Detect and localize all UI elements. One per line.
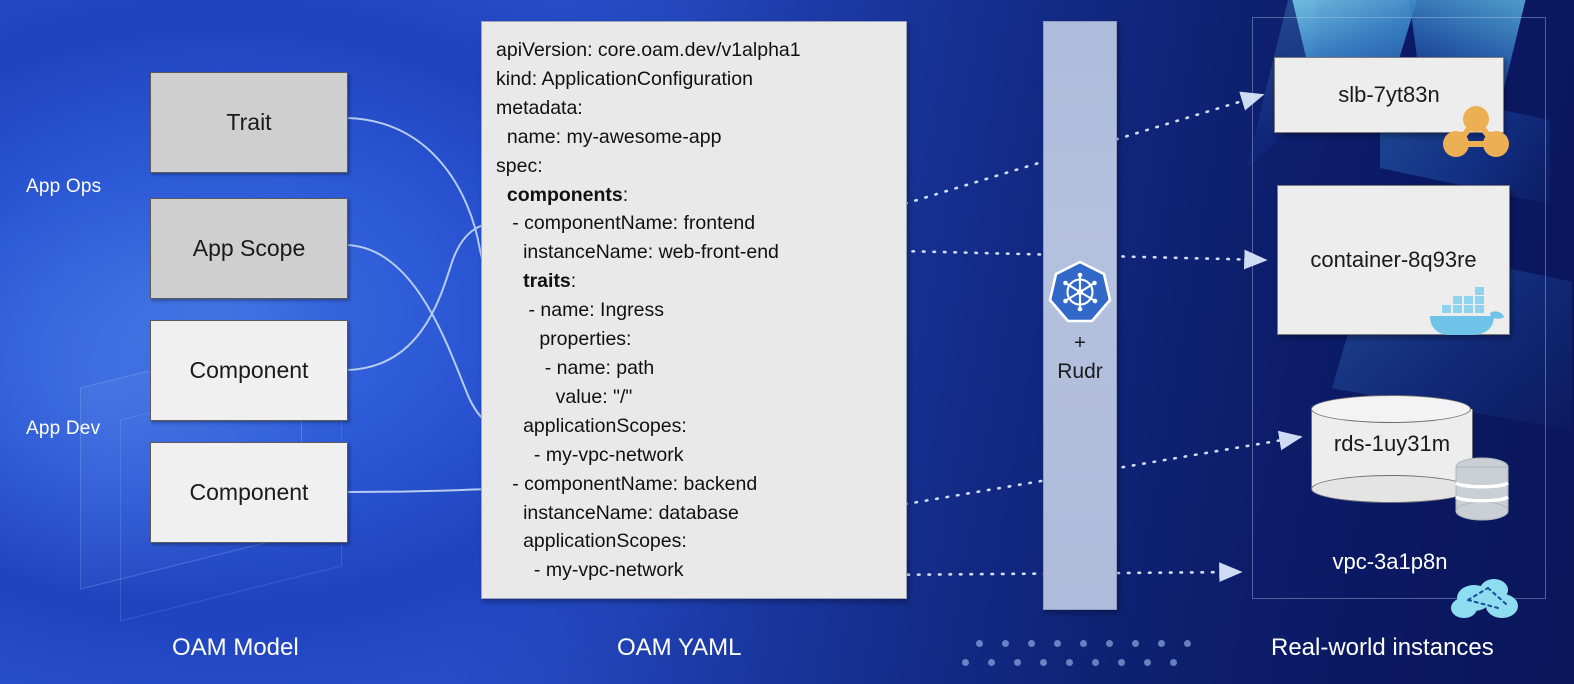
caption-real-world-instances: Real-world instances	[1271, 634, 1494, 661]
model-box-component-2-label: Component	[189, 479, 309, 505]
model-box-component-1[interactable]: Component	[150, 320, 348, 421]
oam-yaml-panel: apiVersion: core.oam.dev/v1alpha1 kind: …	[481, 21, 907, 599]
model-box-component-2[interactable]: Component	[150, 442, 348, 543]
rds-cylinder-top	[1311, 395, 1471, 423]
caption-oam-model: OAM Model	[172, 634, 299, 661]
kubernetes-logo-icon	[1048, 260, 1112, 323]
database-stack-icon	[1455, 457, 1509, 521]
model-box-app-scope[interactable]: App Scope	[150, 198, 348, 299]
model-box-trait-label: Trait	[226, 109, 272, 135]
runtime-name-label: Rudr	[1057, 360, 1103, 383]
caption-oam-yaml: OAM YAML	[617, 634, 742, 661]
oam-yaml-code: apiVersion: core.oam.dev/v1alpha1 kind: …	[496, 39, 801, 582]
instance-box-slb-label: slb-7yt83n	[1338, 82, 1440, 107]
instance-box-rds[interactable]: rds-1uy31m	[1311, 395, 1473, 503]
model-box-app-scope-label: App Scope	[192, 235, 306, 261]
model-box-component-1-label: Component	[189, 357, 309, 383]
runtime-plus-sign: +	[1074, 332, 1086, 354]
instance-box-rds-label: rds-1uy31m	[1333, 431, 1451, 456]
diagram-canvas: App Ops App Dev Trait App Scope Componen…	[0, 0, 1574, 684]
docker-whale-icon	[1430, 287, 1504, 335]
role-label-app-dev: App Dev	[26, 418, 101, 439]
role-label-app-ops: App Ops	[26, 176, 102, 197]
instance-box-container-label: container-8q93re	[1310, 247, 1477, 272]
background-dot-grid	[962, 640, 1191, 676]
cloud-network-icon	[1451, 579, 1518, 618]
model-box-trait[interactable]: Trait	[150, 72, 348, 173]
load-balancer-icon	[1443, 106, 1509, 157]
rds-cylinder-bottom	[1311, 475, 1471, 503]
